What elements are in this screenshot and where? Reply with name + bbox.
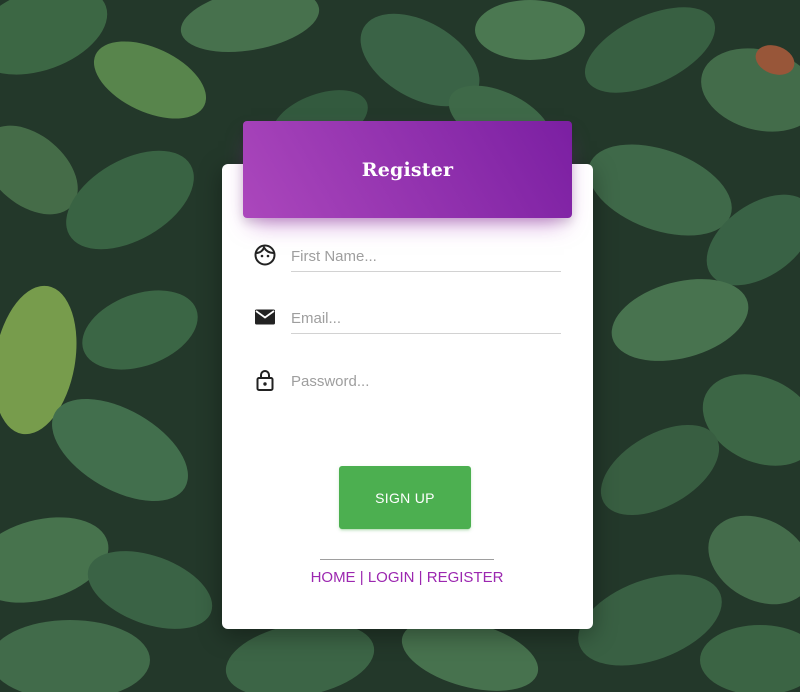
lock-icon [253,368,277,392]
login-link[interactable]: LOGIN [368,569,415,586]
face-icon [253,243,277,267]
register-link[interactable]: REGISTER [427,569,504,586]
footer-links: HOME | LOGIN | REGISTER [300,569,514,586]
sign-up-button[interactable]: SIGN UP [339,466,471,529]
link-separator: | [359,569,364,586]
footer-divider [320,559,494,560]
password-row [253,366,561,400]
email-row [253,303,561,337]
mail-icon [253,305,277,329]
password-input[interactable] [291,366,561,397]
link-separator: | [418,569,423,586]
register-title: Register [361,158,454,181]
first-name-input[interactable] [291,241,561,272]
email-input[interactable] [291,303,561,334]
home-link[interactable]: HOME [311,569,356,586]
first-name-row [253,241,561,275]
card-header: Register [243,121,572,218]
